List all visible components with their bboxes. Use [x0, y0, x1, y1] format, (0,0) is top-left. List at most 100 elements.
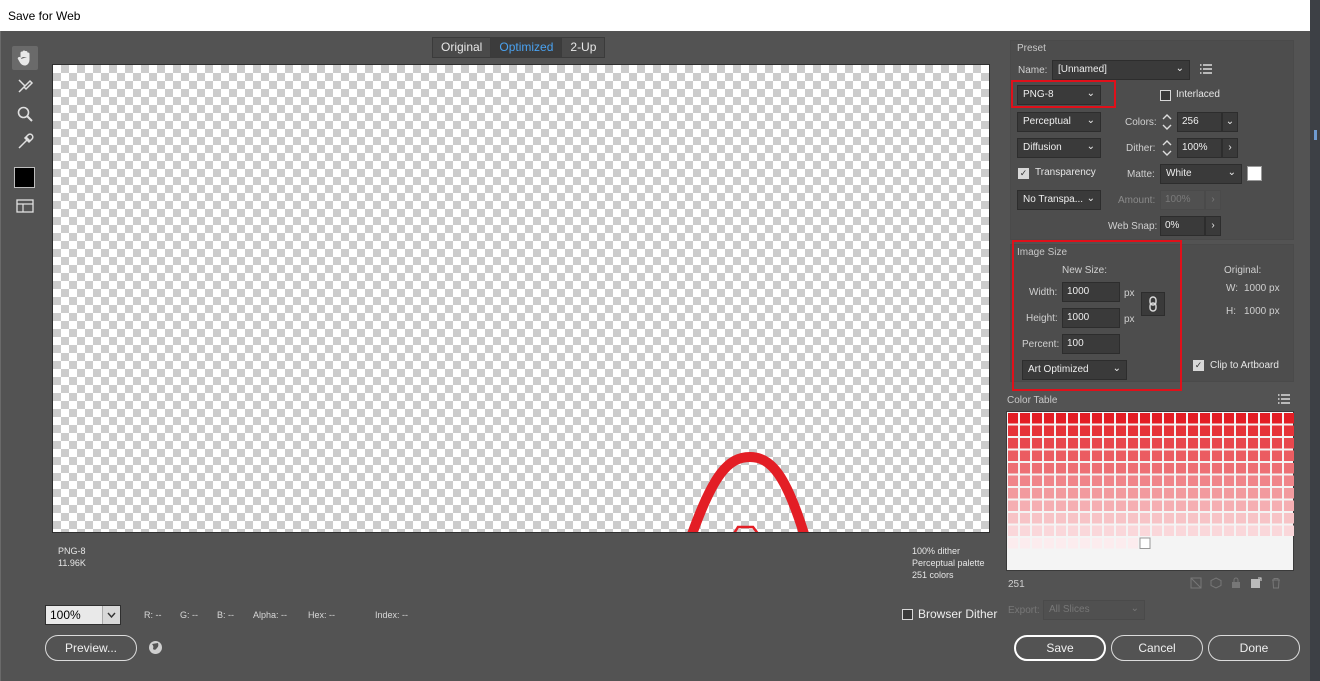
color-swatch[interactable]	[1212, 500, 1222, 512]
color-swatch[interactable]	[1248, 425, 1258, 437]
color-swatch[interactable]	[1176, 463, 1186, 474]
dither-algorithm-select[interactable]: Diffusion ⌄	[1017, 138, 1101, 158]
color-swatch[interactable]	[1272, 525, 1282, 537]
color-swatch[interactable]	[1080, 438, 1090, 449]
preview-button[interactable]: Preview...	[45, 635, 137, 661]
color-swatch[interactable]	[1248, 475, 1258, 487]
color-swatch[interactable]	[1044, 475, 1054, 487]
color-swatch[interactable]	[1008, 450, 1018, 462]
color-swatch[interactable]	[1188, 463, 1198, 474]
color-swatch[interactable]	[1152, 413, 1162, 424]
color-swatch[interactable]	[1248, 463, 1258, 474]
color-swatch[interactable]	[1224, 438, 1234, 449]
color-swatch[interactable]	[1164, 438, 1174, 449]
color-swatch[interactable]	[1104, 475, 1114, 487]
color-swatch[interactable]	[1020, 500, 1030, 512]
color-swatch[interactable]	[1284, 450, 1294, 462]
color-swatch[interactable]	[1044, 538, 1054, 549]
color-swatch[interactable]	[1020, 413, 1030, 424]
color-swatch[interactable]	[1152, 438, 1162, 449]
color-swatch[interactable]	[1056, 463, 1066, 474]
color-swatch[interactable]	[1164, 425, 1174, 437]
color-swatch[interactable]	[1128, 450, 1138, 462]
color-swatch[interactable]	[1284, 500, 1294, 512]
color-swatch[interactable]	[1044, 513, 1054, 524]
color-swatch[interactable]	[1128, 525, 1138, 537]
color-swatch[interactable]	[1260, 500, 1270, 512]
color-swatch[interactable]	[1140, 525, 1150, 537]
color-swatch[interactable]	[1284, 413, 1294, 424]
done-button[interactable]: Done	[1208, 635, 1300, 661]
color-swatch[interactable]	[1092, 488, 1102, 499]
color-swatch[interactable]	[1032, 525, 1042, 537]
transparent-color-swatch[interactable]	[1139, 537, 1151, 549]
color-swatch[interactable]	[1080, 463, 1090, 474]
color-swatch[interactable]	[1080, 488, 1090, 499]
color-swatch[interactable]	[1260, 475, 1270, 487]
color-swatch[interactable]	[1224, 475, 1234, 487]
color-swatch[interactable]	[1032, 513, 1042, 524]
color-swatch[interactable]	[1224, 463, 1234, 474]
color-swatch[interactable]	[1128, 475, 1138, 487]
color-swatch[interactable]	[1212, 413, 1222, 424]
color-swatch[interactable]	[1044, 438, 1054, 449]
color-swatch[interactable]	[1200, 488, 1210, 499]
color-swatch[interactable]	[1176, 413, 1186, 424]
color-swatch[interactable]	[1044, 425, 1054, 437]
color-swatch[interactable]	[1272, 475, 1282, 487]
browser-dither-checkbox[interactable]	[902, 609, 913, 620]
color-swatch[interactable]	[1068, 425, 1078, 437]
color-swatch[interactable]	[1092, 525, 1102, 537]
file-format-select[interactable]: PNG-8 ⌄	[1017, 85, 1101, 105]
color-swatch[interactable]	[1008, 513, 1018, 524]
color-swatch[interactable]	[1044, 488, 1054, 499]
matte-color-swatch[interactable]	[1247, 166, 1262, 181]
colors-dropdown-chevron-icon[interactable]: ⌄	[1222, 112, 1238, 132]
color-swatch[interactable]	[1236, 500, 1246, 512]
color-swatch[interactable]	[1008, 525, 1018, 537]
web-shift-cube-icon[interactable]	[1210, 577, 1222, 592]
color-swatch[interactable]	[1008, 475, 1018, 487]
color-swatch[interactable]	[1044, 413, 1054, 424]
color-swatch[interactable]	[1212, 513, 1222, 524]
color-swatch[interactable]	[1032, 475, 1042, 487]
color-swatch[interactable]	[1140, 463, 1150, 474]
color-swatch[interactable]	[1140, 425, 1150, 437]
color-swatch[interactable]	[1236, 438, 1246, 449]
color-swatch[interactable]	[1152, 463, 1162, 474]
color-swatch[interactable]	[1176, 450, 1186, 462]
constrain-proportions-link-icon[interactable]	[1141, 292, 1165, 316]
color-swatch[interactable]	[1056, 525, 1066, 537]
color-swatch[interactable]	[1080, 425, 1090, 437]
color-swatch[interactable]	[1164, 463, 1174, 474]
color-swatch[interactable]	[1200, 475, 1210, 487]
new-color-icon[interactable]	[1250, 577, 1262, 592]
color-swatch[interactable]	[1200, 513, 1210, 524]
matte-select[interactable]: White ⌄	[1160, 164, 1242, 184]
color-swatch[interactable]	[1080, 525, 1090, 537]
resample-quality-select[interactable]: Art Optimized ⌄	[1022, 360, 1127, 380]
preview-canvas[interactable]	[52, 64, 990, 533]
color-swatch[interactable]	[1020, 475, 1030, 487]
export-slices-select[interactable]: All Slices ⌄	[1043, 600, 1145, 620]
color-swatch[interactable]	[1188, 413, 1198, 424]
color-swatch[interactable]	[1212, 425, 1222, 437]
color-swatch[interactable]	[1092, 500, 1102, 512]
color-swatch[interactable]	[1152, 513, 1162, 524]
color-swatch[interactable]	[1188, 500, 1198, 512]
color-swatch[interactable]	[1008, 413, 1018, 424]
color-swatch[interactable]	[1224, 500, 1234, 512]
dither-input[interactable]: 100%	[1177, 138, 1222, 158]
color-swatch[interactable]	[1032, 425, 1042, 437]
color-swatch[interactable]	[1032, 450, 1042, 462]
color-swatch[interactable]	[1092, 413, 1102, 424]
transparency-dither-select[interactable]: No Transpa... ⌄	[1017, 190, 1101, 210]
color-swatch[interactable]	[1236, 488, 1246, 499]
eyedropper-color-swatch[interactable]	[14, 167, 35, 188]
color-swatch[interactable]	[1020, 538, 1030, 549]
color-swatch[interactable]	[1212, 488, 1222, 499]
color-swatch[interactable]	[1236, 450, 1246, 462]
color-swatch[interactable]	[1116, 450, 1126, 462]
amount-slider-arrow-icon[interactable]: ›	[1205, 190, 1221, 210]
color-swatch[interactable]	[1032, 438, 1042, 449]
